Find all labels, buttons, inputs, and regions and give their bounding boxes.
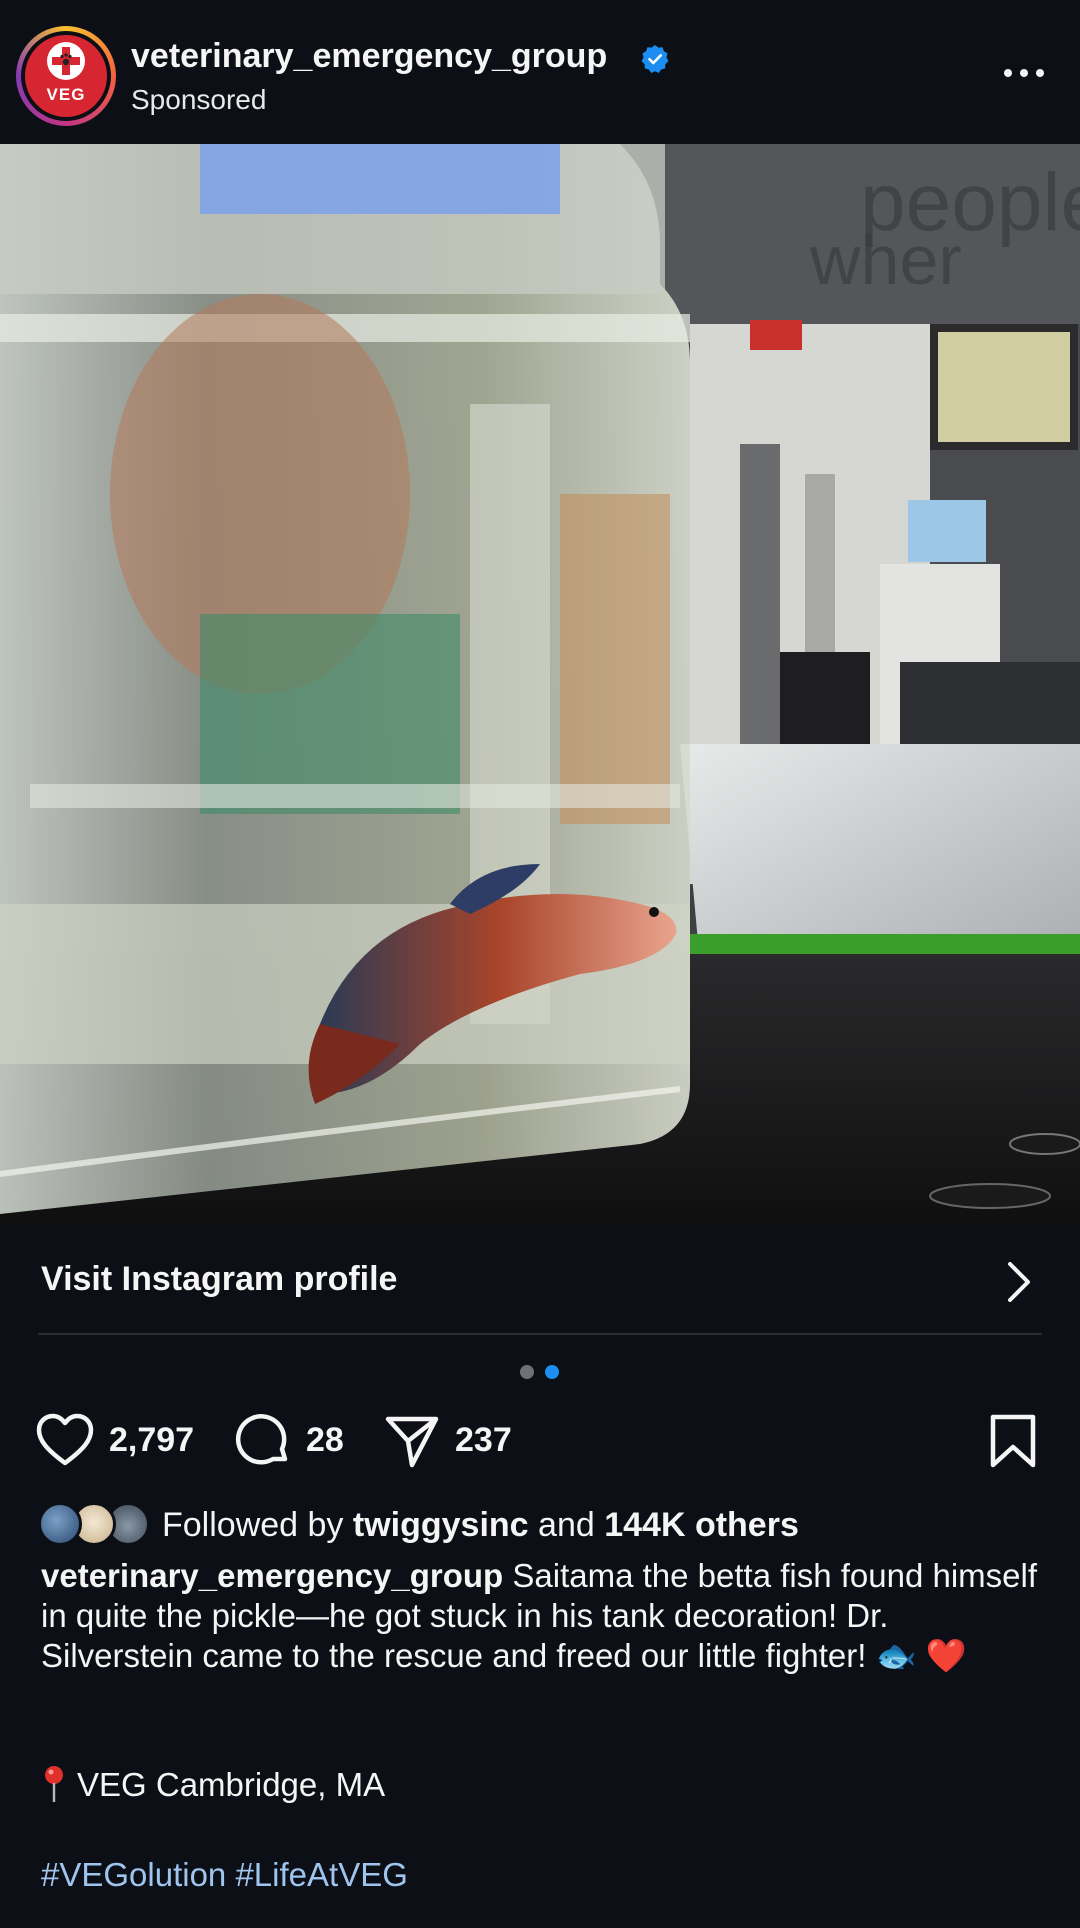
followed-by-and: and bbox=[538, 1506, 595, 1544]
post-actions: 2,797 28 237 bbox=[0, 1405, 1080, 1475]
followed-by-text: Followed by twiggysinc and 144K others bbox=[162, 1506, 799, 1545]
divider bbox=[38, 1333, 1042, 1335]
follower-avatar bbox=[38, 1502, 82, 1546]
like-count[interactable]: 2,797 bbox=[109, 1421, 194, 1460]
carousel-dot-2-active bbox=[545, 1365, 559, 1379]
visit-profile-label[interactable]: Visit Instagram profile bbox=[41, 1260, 397, 1299]
visit-profile-row[interactable]: Visit Instagram profile bbox=[0, 1224, 1080, 1334]
followed-by-row[interactable]: Followed by twiggysinc and 144K others bbox=[38, 1498, 1038, 1546]
post-caption: veterinary_emergency_group Saitama the b… bbox=[41, 1556, 1041, 1676]
bookmark-icon[interactable] bbox=[989, 1413, 1037, 1469]
carousel-indicator bbox=[520, 1365, 560, 1381]
followed-by-prefix: Followed by bbox=[162, 1506, 344, 1544]
hashtags[interactable]: #VEGolution #LifeAtVEG bbox=[41, 1856, 408, 1894]
share-icon[interactable] bbox=[384, 1413, 440, 1469]
more-options-icon[interactable] bbox=[1002, 66, 1046, 80]
betta-fish-photo: people an wher bbox=[0, 144, 1080, 1224]
verified-badge-icon bbox=[641, 45, 669, 73]
post-username[interactable]: veterinary_emergency_group bbox=[131, 37, 607, 76]
location-text: VEG Cambridge, MA bbox=[77, 1766, 386, 1803]
avatar[interactable]: VEG bbox=[25, 35, 107, 117]
heart-icon[interactable] bbox=[36, 1413, 94, 1467]
comment-icon[interactable] bbox=[235, 1413, 291, 1469]
followed-by-user[interactable]: twiggysinc bbox=[353, 1506, 529, 1544]
pin-icon bbox=[45, 1766, 63, 1802]
sponsored-label: Sponsored bbox=[131, 84, 267, 115]
svg-text:wher: wher bbox=[809, 221, 962, 299]
post-image[interactable]: people an wher bbox=[0, 144, 1080, 1224]
avatar-brand-text: VEG bbox=[46, 85, 86, 104]
carousel-dot-1 bbox=[520, 1365, 534, 1379]
caption-username[interactable]: veterinary_emergency_group bbox=[41, 1557, 503, 1594]
followed-by-others[interactable]: 144K others bbox=[604, 1506, 799, 1544]
comment-count[interactable]: 28 bbox=[306, 1421, 344, 1460]
chevron-right-icon[interactable] bbox=[1004, 1260, 1034, 1304]
location-line: VEG Cambridge, MA bbox=[41, 1764, 385, 1804]
share-count[interactable]: 237 bbox=[455, 1421, 512, 1460]
veg-cross-icon bbox=[47, 42, 85, 80]
post-header: VEG veterinary_emergency_group Sponsored bbox=[0, 0, 1080, 144]
avatar-story-ring[interactable]: VEG bbox=[16, 26, 116, 126]
